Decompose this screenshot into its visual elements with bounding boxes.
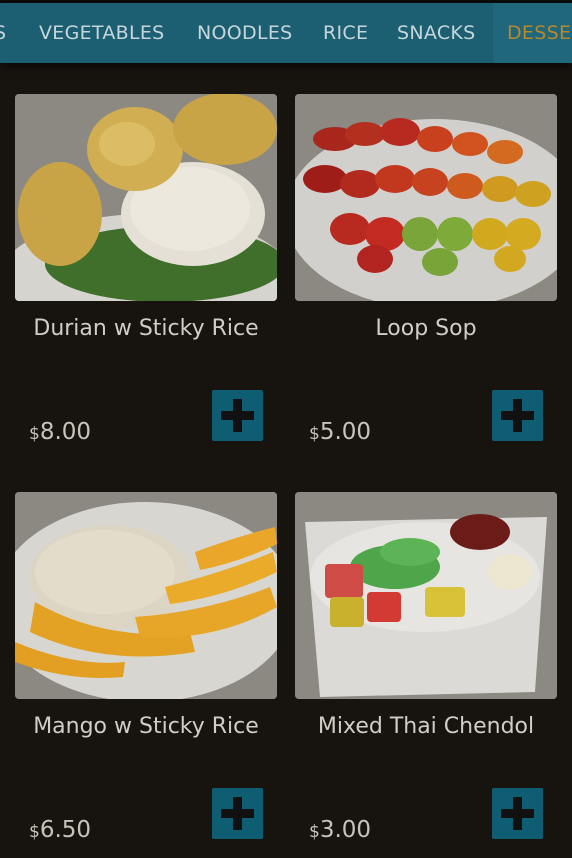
tab-rice[interactable]: RICE bbox=[323, 3, 368, 63]
product-price: $6.50 bbox=[29, 817, 92, 843]
plus-icon bbox=[499, 397, 536, 434]
loop-sop-photo[interactable] bbox=[295, 94, 557, 301]
product-price: $3.00 bbox=[309, 817, 372, 843]
add-to-cart-button[interactable] bbox=[212, 390, 263, 441]
category-tab-bar[interactable]: S VEGETABLES NOODLES RICE SNACKS DESSE bbox=[0, 3, 572, 63]
tab-previous-category[interactable]: S bbox=[0, 3, 6, 63]
add-to-cart-button[interactable] bbox=[492, 390, 543, 441]
mango-sticky-rice-photo[interactable] bbox=[15, 492, 277, 699]
product-name: Durian w Sticky Rice bbox=[33, 316, 259, 341]
add-to-cart-button[interactable] bbox=[492, 788, 543, 839]
product-price: $5.00 bbox=[309, 419, 372, 445]
tab-noodles[interactable]: NOODLES bbox=[197, 3, 293, 63]
product-name: Mango w Sticky Rice bbox=[33, 714, 259, 739]
mixed-thai-chendol-photo[interactable] bbox=[295, 492, 557, 699]
product-name: Loop Sop bbox=[375, 316, 477, 341]
product-price: $8.00 bbox=[29, 419, 92, 445]
tab-vegetables[interactable]: VEGETABLES bbox=[39, 3, 165, 63]
durian-sticky-rice-photo[interactable] bbox=[15, 94, 277, 301]
add-to-cart-button[interactable] bbox=[212, 788, 263, 839]
plus-icon bbox=[499, 795, 536, 832]
product-name: Mixed Thai Chendol bbox=[317, 714, 535, 739]
tab-desserts[interactable]: DESSE bbox=[493, 3, 572, 63]
plus-icon bbox=[219, 397, 256, 434]
plus-icon bbox=[219, 795, 256, 832]
tab-snacks[interactable]: SNACKS bbox=[397, 3, 476, 63]
